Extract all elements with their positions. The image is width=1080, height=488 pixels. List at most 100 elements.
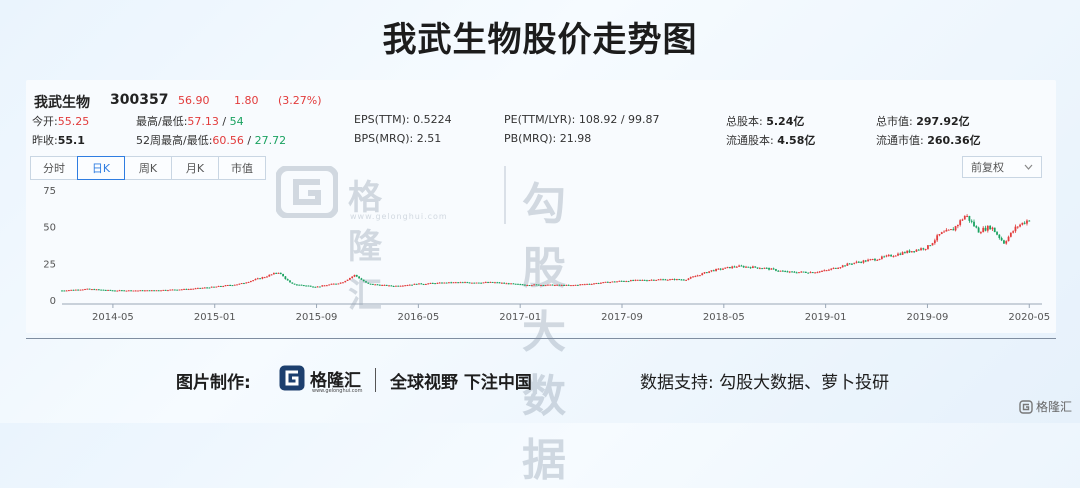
candle <box>777 270 780 272</box>
candle <box>678 279 681 281</box>
candle <box>206 287 208 289</box>
candle <box>533 284 536 286</box>
candle <box>521 284 524 286</box>
tab-intraday[interactable]: 分时 <box>30 156 78 180</box>
candle <box>72 289 75 291</box>
candle <box>795 272 798 274</box>
x-tick-label: 2015-01 <box>194 312 236 323</box>
candle <box>194 288 197 290</box>
candle <box>883 256 886 258</box>
candle <box>461 282 464 284</box>
candle <box>998 234 1001 238</box>
tab-daily-k[interactable]: 日K <box>77 156 125 180</box>
candle <box>904 252 906 254</box>
candle <box>673 278 676 280</box>
total-shares: 总股本: 5.24亿 <box>726 115 805 128</box>
candle <box>917 249 920 251</box>
candle <box>553 285 556 287</box>
candle <box>415 283 418 285</box>
candle <box>950 229 952 231</box>
candle <box>770 268 773 270</box>
candle <box>238 283 241 285</box>
candle <box>567 284 570 286</box>
corner-brand: 格隆汇 <box>1019 398 1072 415</box>
candle <box>482 282 485 284</box>
candle <box>966 215 968 217</box>
y-tick-label: 0 <box>50 296 56 307</box>
candle <box>240 283 243 285</box>
candle <box>864 260 867 262</box>
candle <box>629 280 632 282</box>
candle <box>823 270 826 272</box>
candle <box>613 281 616 283</box>
candle <box>728 266 731 269</box>
candle <box>828 269 830 271</box>
candle <box>385 284 388 286</box>
tab-weekly-k[interactable]: 周K <box>124 156 172 180</box>
candle <box>302 285 305 287</box>
candle <box>427 283 430 285</box>
candle <box>134 290 137 292</box>
candle <box>680 279 683 281</box>
candle <box>279 272 282 274</box>
candle <box>692 276 694 278</box>
candle <box>353 274 356 277</box>
candle <box>980 232 982 234</box>
candle <box>445 282 448 284</box>
candle <box>699 275 701 277</box>
candle <box>636 279 639 281</box>
candle <box>839 267 842 269</box>
candle <box>65 290 68 292</box>
candle <box>107 289 109 291</box>
candle <box>420 283 423 285</box>
candle <box>395 285 397 287</box>
candle <box>254 278 257 281</box>
candle <box>457 282 460 284</box>
candle <box>551 284 554 286</box>
candle <box>922 248 925 250</box>
candle <box>726 266 729 268</box>
candle <box>95 289 98 291</box>
candle <box>503 282 506 284</box>
candle <box>443 282 446 284</box>
candle <box>821 270 823 272</box>
candle <box>804 271 807 273</box>
candle <box>245 282 248 284</box>
tab-market-value[interactable]: 市值 <box>218 156 266 180</box>
candle <box>547 284 549 286</box>
candle <box>169 289 172 291</box>
corner-brand-text: 格隆汇 <box>1035 400 1072 414</box>
candle <box>261 277 264 279</box>
candle <box>530 285 533 287</box>
candle <box>346 279 349 281</box>
candle <box>208 287 211 289</box>
candle <box>468 282 471 284</box>
footer-url: www.gelonghui.com <box>312 388 363 394</box>
candle <box>841 265 844 268</box>
pe: PE(TTM/LYR): 108.92 / 99.87 <box>504 113 660 126</box>
y-tick-label: 50 <box>43 223 56 234</box>
candle <box>784 271 787 273</box>
adjust-dropdown[interactable]: 前复权 <box>962 156 1042 178</box>
x-tick-label: 2019-01 <box>805 312 847 323</box>
tab-monthly-k[interactable]: 月K <box>171 156 219 180</box>
candle <box>459 282 462 284</box>
candle <box>157 290 160 292</box>
candle <box>325 285 328 287</box>
candle <box>148 290 151 292</box>
bps: BPS(MRQ): 2.51 <box>354 132 442 145</box>
candle <box>454 282 457 284</box>
candle <box>397 285 400 287</box>
candle <box>818 271 821 273</box>
candle <box>160 290 162 292</box>
candle <box>1026 220 1028 224</box>
candle <box>196 287 199 289</box>
candle <box>247 281 250 283</box>
candle <box>788 271 791 273</box>
candle <box>933 240 936 244</box>
candle <box>91 289 93 291</box>
high-low-52w: 52周最高/最低:60.56 / 27.72 <box>136 134 287 147</box>
candle <box>549 284 552 286</box>
candle <box>837 267 840 269</box>
candle <box>524 284 526 286</box>
